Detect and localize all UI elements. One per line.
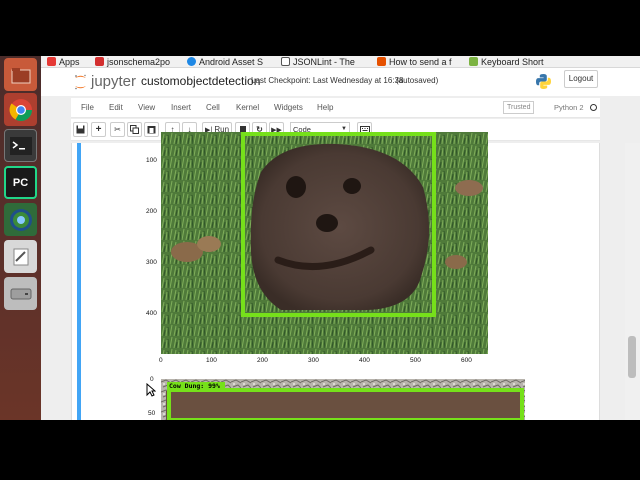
autosave-status: (autosaved): [396, 76, 439, 85]
menu-help[interactable]: Help: [317, 103, 333, 112]
flag-icon: [95, 57, 104, 66]
x-tick-300: 300: [308, 357, 319, 364]
menu-cell[interactable]: Cell: [206, 103, 220, 112]
scrollbar-thumb[interactable]: [628, 336, 636, 378]
bookmark-jsonschema[interactable]: jsonschema2po: [95, 56, 179, 67]
stackoverflow-icon: [377, 57, 386, 66]
cut-button[interactable]: ✂: [110, 122, 125, 137]
bookmark-how-to-send[interactable]: How to send a f: [377, 56, 461, 67]
notebook-header: jupyter customobjectdetection Last Check…: [41, 69, 640, 96]
app-launcher: PC: [0, 56, 41, 420]
last-checkpoint: Last Checkpoint: Last Wednesday at 16:38: [251, 76, 404, 85]
leaf: [455, 180, 483, 196]
jupyter-logo-icon: [75, 74, 86, 90]
dung-pile: [250, 143, 430, 311]
android-asset-icon: [187, 57, 196, 66]
menu-file[interactable]: File: [81, 103, 94, 112]
paste-button[interactable]: [144, 122, 159, 137]
x-tick-100: 100: [206, 357, 217, 364]
menu-bar: File Edit View Insert Cell Kernel Widget…: [71, 98, 600, 118]
y-tick-100: 100: [146, 157, 157, 164]
chrome-icon[interactable]: [4, 93, 37, 126]
menu-edit[interactable]: Edit: [109, 103, 123, 112]
x-tick-200: 200: [257, 357, 268, 364]
leaf: [445, 255, 467, 269]
scissors-icon: ✂: [114, 125, 121, 134]
dung-patch: [166, 391, 522, 420]
bookmark-keyboard[interactable]: Keyboard Short: [469, 56, 559, 67]
x-tick-0: 0: [159, 357, 163, 364]
plus-icon: +: [95, 124, 102, 135]
selected-cell-indicator: [77, 143, 81, 420]
bookmark-jsonlint[interactable]: JSONLint - The: [281, 56, 363, 67]
android-icon: [469, 57, 478, 66]
bookmarks-bar: Apps jsonschema2po Android Asset S JSONL…: [41, 56, 640, 68]
terminal-icon[interactable]: [4, 129, 37, 162]
text-editor-icon[interactable]: [4, 240, 37, 273]
bookmark-android-asset[interactable]: Android Asset S: [187, 56, 271, 67]
menu-kernel[interactable]: Kernel: [236, 103, 259, 112]
x-tick-500: 500: [410, 357, 421, 364]
x-tick-600: 600: [461, 357, 472, 364]
kernel-name: Python 2: [554, 103, 584, 112]
copy-button[interactable]: [127, 122, 142, 137]
kernel-status-icon: [590, 104, 597, 111]
logout-button[interactable]: Logout: [564, 70, 598, 88]
apps-grid-icon: [47, 57, 56, 66]
paste-icon: [147, 126, 156, 134]
y-tick-300: 300: [146, 259, 157, 266]
detection-label: Cow Dung: 99%: [169, 382, 220, 390]
y-tick-0-plot2: 0: [150, 376, 154, 383]
y-tick-400: 400: [146, 310, 157, 317]
dung-nose: [316, 214, 338, 232]
x-tick-400: 400: [359, 357, 370, 364]
y-tick-50-plot2: 50: [148, 410, 156, 417]
pycharm-icon[interactable]: PC: [4, 166, 37, 199]
jupyter-logo-text[interactable]: jupyter: [91, 73, 136, 90]
menu-insert[interactable]: Insert: [171, 103, 191, 112]
files-app-icon[interactable]: [4, 58, 37, 91]
trusted-badge[interactable]: Trusted: [503, 101, 535, 114]
copy-icon: [130, 125, 139, 134]
page-scrollbar[interactable]: [625, 143, 640, 420]
y-tick-200: 200: [146, 208, 157, 215]
mouse-cursor-icon: [146, 383, 156, 397]
desktop-screen: PC Apps jsonschema2po Android Asset S JS…: [0, 56, 640, 420]
save-button[interactable]: [73, 122, 88, 137]
globe-app-icon[interactable]: [4, 203, 37, 236]
leaf: [197, 236, 221, 252]
python-logo-icon: [536, 74, 551, 89]
dung-eye-left: [286, 176, 306, 198]
output-image-plot: [161, 132, 488, 354]
notebook-title[interactable]: customobjectdetection: [141, 74, 260, 88]
insert-cell-button[interactable]: +: [91, 122, 106, 137]
menu-widgets[interactable]: Widgets: [274, 103, 303, 112]
braces-icon: [281, 57, 290, 66]
dung-eye-right: [343, 178, 361, 194]
drive-icon[interactable]: [4, 277, 37, 310]
bookmark-apps[interactable]: Apps: [47, 56, 93, 67]
menu-view[interactable]: View: [138, 103, 155, 112]
save-icon: [76, 125, 85, 134]
